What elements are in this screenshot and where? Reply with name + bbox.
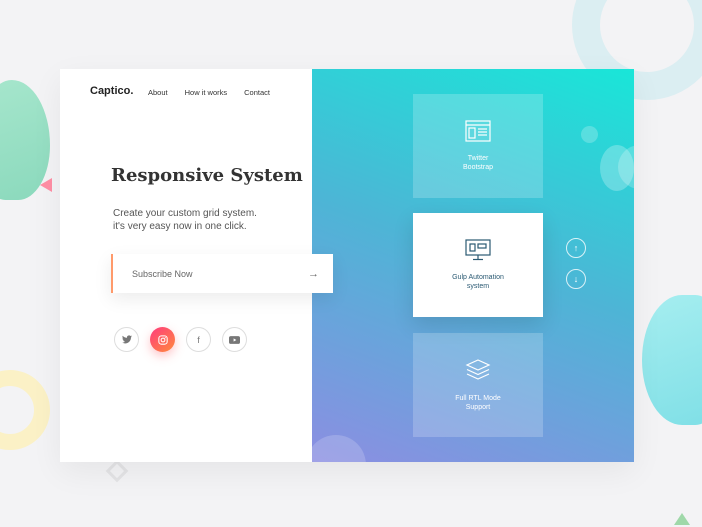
social-links: f [114,327,247,352]
youtube-button[interactable] [222,327,247,352]
layers-icon [465,359,491,380]
decor-bubble-edge [600,145,634,191]
feature-label: Full RTL Mode Support [455,394,501,412]
decor-triangle-pink [40,178,52,192]
subscribe-button[interactable]: Subscribe Now → [111,254,333,293]
hero-title: Responsive System [111,165,303,186]
decor-diamond [105,459,129,483]
decor-triangle-green [674,513,690,525]
arrow-right-icon: → [308,267,319,280]
feature-label: Gulp Automation system [452,273,504,291]
subscribe-label: Subscribe Now [132,268,193,279]
instagram-icon [157,334,168,345]
feature-label-line-2: Support [465,404,491,411]
feature-label: Twitter Bootstrap [463,154,493,172]
hero-subtitle-line-2: it's very easy now in one click. [113,221,247,232]
layout-icon [465,120,491,142]
feature-label-line-1: Twitter [467,155,489,162]
feature-label-line-2: system [466,283,490,290]
facebook-icon: f [197,334,200,345]
arrow-down-icon: ↓ [573,274,579,284]
nav-about[interactable]: About [148,88,168,97]
feature-tile-gulp[interactable]: Gulp Automation system [413,213,543,317]
feature-tile-bootstrap[interactable]: Twitter Bootstrap [413,94,543,198]
arrow-up-icon: ↑ [573,243,579,253]
feature-label-line-2: Bootstrap [463,164,493,171]
scroll-up-button[interactable]: ↑ [566,238,586,258]
twitter-icon [121,335,132,344]
decor-bubble [312,435,366,462]
nav-contact[interactable]: Contact [244,88,270,97]
feature-tile-rtl[interactable]: Full RTL Mode Support [413,333,543,437]
facebook-button[interactable]: f [186,327,211,352]
left-panel: Captico. About How it works Contact Resp… [60,69,333,462]
features-panel: Twitter Bootstrap Gulp Automation system [312,69,634,462]
feature-label-line-1: Gulp Automation [452,274,504,281]
brand-logo[interactable]: Captico. [90,85,133,97]
decor-bubble [581,126,598,143]
landing-card: Captico. About How it works Contact Resp… [60,69,634,462]
hero-subtitle-line-1: Create your custom grid system. [113,208,257,219]
decor-ring-yellow [0,370,50,450]
twitter-button[interactable] [114,327,139,352]
monitor-icon [465,239,491,261]
top-nav: About How it works Contact [148,88,270,97]
decor-blob-right [642,295,702,425]
instagram-button[interactable] [150,327,175,352]
feature-label-line-1: Full RTL Mode [455,395,501,402]
hero-subtitle: Create your custom grid system. it's ver… [113,207,293,233]
youtube-icon [229,335,240,344]
scroll-down-button[interactable]: ↓ [566,269,586,289]
nav-how-it-works[interactable]: How it works [185,88,228,97]
